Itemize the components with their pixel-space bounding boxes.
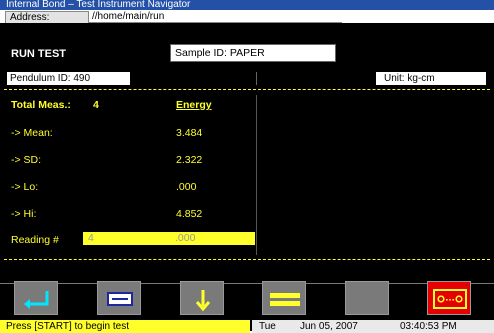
sd-label: -> SD:	[11, 154, 42, 166]
address-bar: Address: //home/main/run	[0, 10, 494, 24]
reading-value-field[interactable]: .000	[170, 232, 255, 245]
ellipsis-icon	[433, 289, 467, 309]
total-measurements-label: Total Meas.:	[11, 99, 71, 111]
equals-button[interactable]	[262, 281, 306, 315]
keyboard-button[interactable]	[97, 281, 141, 315]
status-date: Jun 05, 2007	[300, 321, 358, 332]
status-day: Tue	[259, 321, 276, 332]
mean-label: -> Mean:	[11, 127, 53, 139]
run-test-title: RUN TEST	[11, 48, 66, 60]
screen: Internal Bond – Test Instrument Navigato…	[0, 0, 494, 333]
dots-button[interactable]	[427, 281, 471, 315]
status-message: Press [START] to begin test	[0, 320, 250, 333]
title-bar: Internal Bond – Test Instrument Navigato…	[0, 0, 494, 10]
mean-value: 3.484	[176, 127, 203, 139]
total-measurements-value: 4	[93, 99, 99, 111]
energy-column-header: Energy	[176, 99, 212, 111]
reading-number-field[interactable]: 4	[83, 232, 170, 245]
address-field[interactable]: //home/main/run	[89, 11, 342, 23]
divider	[256, 95, 257, 255]
toolbar-rule	[0, 283, 494, 284]
dashed-divider	[4, 259, 490, 260]
lo-value: .000	[176, 181, 197, 193]
sample-id-field[interactable]: Sample ID: PAPER	[170, 44, 336, 62]
hi-label: -> Hi:	[11, 208, 37, 220]
divider	[256, 72, 257, 85]
status-time: 03:40:53 PM	[400, 321, 457, 332]
status-datetime: Tue Jun 05, 2007 03:40:53 PM	[252, 320, 494, 333]
keyboard-icon	[107, 292, 133, 306]
equals-icon	[270, 293, 300, 306]
pendulum-id-field: Pendulum ID: 490	[7, 72, 130, 85]
dashed-divider	[4, 89, 490, 90]
enter-arrow-icon	[24, 291, 49, 309]
enter-button[interactable]	[14, 281, 58, 315]
main-panel: RUN TEST Sample ID: PAPER Pendulum ID: 4…	[0, 23, 494, 333]
down-arrow-icon	[195, 290, 211, 312]
hi-value: 4.852	[176, 208, 203, 220]
sd-value: 2.322	[176, 154, 203, 166]
blank-button[interactable]	[345, 281, 389, 315]
window-title: Internal Bond – Test Instrument Navigato…	[6, 0, 191, 10]
down-arrow-button[interactable]	[180, 281, 224, 315]
lo-label: -> Lo:	[11, 181, 39, 193]
reading-label: Reading #	[11, 234, 59, 246]
unit-field: Unit: kg-cm	[376, 72, 486, 85]
